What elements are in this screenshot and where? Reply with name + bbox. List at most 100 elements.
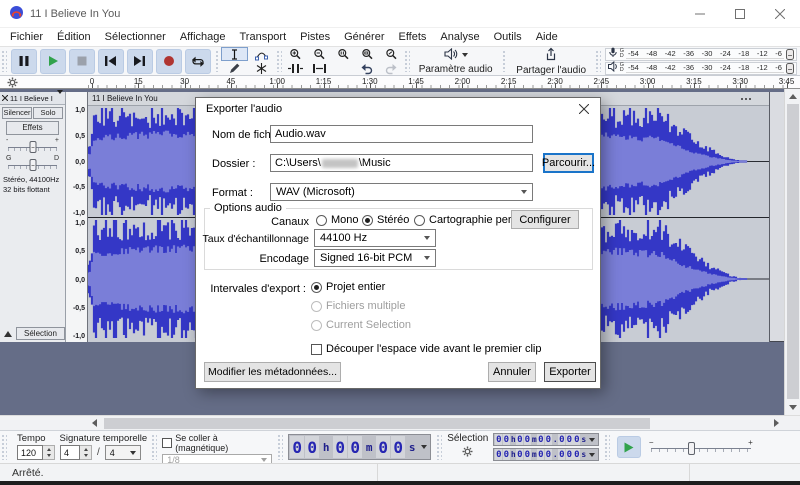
gain-slider-thumb[interactable] [29,141,36,153]
solo-button[interactable]: Solo [33,107,63,119]
skip-to-start-button[interactable] [97,48,124,74]
minimize-icon[interactable] [680,0,720,28]
playback-volume-slider[interactable] [785,62,794,74]
menu-item-fichier[interactable]: Fichier [3,30,50,44]
menu-item-aide[interactable]: Aide [529,30,565,44]
edit-metadata-button[interactable]: Modifier les métadonnées... [204,362,341,382]
selection-start-display[interactable]: 00h00m00.000s [493,433,599,446]
track-close-icon[interactable] [1,94,9,103]
pan-slider[interactable]: G D [6,155,59,171]
play-button[interactable] [39,48,66,74]
toolbar-grip[interactable] [404,50,410,72]
skip-to-end-button[interactable] [126,48,153,74]
zoom-to-selection-icon[interactable] [331,47,355,61]
configure-button[interactable]: Configurer [511,210,579,229]
trim-blank-checkbox-row[interactable]: Découper l'espace vide avant le premier … [311,343,542,355]
horizontal-scrollbar[interactable] [0,415,800,430]
radio-checked-icon[interactable] [311,281,322,293]
vertical-scrollbar-thumb[interactable] [787,104,799,399]
menu-item-édition[interactable]: Édition [50,30,98,44]
track-header[interactable]: 11 I Believe I [0,89,65,105]
time-signature-spin-arrows[interactable] [80,445,92,460]
menu-item-analyse[interactable]: Analyse [433,30,486,44]
pause-button[interactable] [10,48,37,74]
time-signature-lower-select[interactable]: 4 [104,445,141,460]
maximize-icon[interactable] [720,0,760,28]
toolbar-grip[interactable] [1,50,7,72]
menu-item-pistes[interactable]: Pistes [293,30,337,44]
close-icon[interactable] [760,0,800,28]
vertical-scrollbar[interactable] [784,89,800,415]
menu-item-effets[interactable]: Effets [391,30,433,44]
radio-icon[interactable] [414,214,425,226]
redo-icon[interactable] [379,61,403,75]
time-signature-upper-value[interactable]: 4 [60,445,80,460]
tempo-value[interactable]: 120 [17,445,43,460]
browse-button[interactable]: Parcourir... [542,153,595,173]
silence-audio-icon[interactable] [307,61,331,75]
menu-item-sélectionner[interactable]: Sélectionner [98,30,173,44]
effects-button[interactable]: Effets [6,121,59,135]
amplitude-ruler[interactable]: 1,0 0,5 0,0 -0,5 -1,0 1,0 0,5 0,0 -0,5 -1,0 [66,92,88,342]
trim-audio-icon[interactable] [283,61,307,75]
audio-position-display[interactable]: 00h00m00s [288,434,432,460]
toolbar-grip[interactable] [436,434,443,460]
toolbar-grip[interactable] [151,434,158,460]
scroll-left-icon[interactable] [92,419,97,427]
snap-checkbox[interactable] [162,438,173,448]
track-menu-chevron-icon[interactable] [57,89,63,103]
radio-checked-icon[interactable] [362,214,373,226]
toolbar-grip[interactable] [277,434,284,460]
recording-volume-slider[interactable] [785,48,794,60]
undo-icon[interactable] [355,61,379,75]
dialog-close-icon[interactable] [568,98,600,120]
selection-end-display[interactable]: 00h00m00.000s [493,448,599,461]
timeline-ruler[interactable]: 0 15 30 45 1:00 1:15 1:30 1:45 2:00 2:15 2:30 2:45 3… [0,76,800,89]
fit-project-icon[interactable] [355,47,379,61]
clip-overflow-menu-icon[interactable] [741,97,765,100]
format-select[interactable]: WAV (Microsoft) [270,183,533,201]
zoom-in-icon[interactable] [283,47,307,61]
channel-stereo-radio[interactable]: Stéréo [362,214,409,226]
toolbar-grip[interactable] [1,434,7,460]
export-button[interactable]: Exporter [544,362,596,382]
track-select-button[interactable]: Sélection [16,327,65,340]
envelope-tool-icon[interactable] [248,47,275,61]
stop-button[interactable] [68,48,95,74]
tempo-spin-arrows[interactable] [43,445,55,460]
folder-input[interactable]: C:\Users\ \Music [270,154,533,172]
menu-item-outils[interactable]: Outils [487,30,529,44]
multi-tool-icon[interactable] [248,61,275,75]
selection-options-gear-icon[interactable] [462,446,473,460]
recording-meter[interactable]: GD -54 -48 -42 -36 -30 -24 -18 -12 -6 [604,47,797,61]
gain-slider[interactable]: - + [6,137,59,153]
draw-tool-icon[interactable] [221,61,248,75]
speed-slider-thumb[interactable] [688,442,696,455]
track-name[interactable]: 11 I Believe I [10,94,53,103]
play-at-speed-button[interactable] [616,436,641,458]
scroll-down-icon[interactable] [789,405,797,410]
encoding-select[interactable]: Signed 16-bit PCM [314,249,436,267]
range-multiple-files-radio[interactable]: Fichiers multiple [311,300,405,312]
loop-button[interactable] [184,48,211,74]
collapse-track-icon[interactable] [2,327,13,340]
range-entire-project-radio[interactable]: Projet entier [311,281,385,293]
toolbar-grip[interactable] [595,50,601,72]
toolbar-grip[interactable] [276,50,283,72]
radio-icon[interactable] [316,214,327,226]
menu-item-transport[interactable]: Transport [232,30,293,44]
mute-button[interactable]: Silencer [2,107,32,119]
scroll-right-icon[interactable] [774,419,779,427]
playback-speed-slider[interactable]: − + [649,438,753,456]
record-button[interactable] [155,48,182,74]
playback-meter[interactable]: GD -54 -48 -42 -36 -30 -24 -18 -12 -6 [604,60,797,75]
tempo-stepper[interactable]: 120 [17,445,55,460]
toolbar-grip[interactable] [501,50,508,72]
channel-mono-radio[interactable]: Mono [316,214,359,226]
time-signature-upper-stepper[interactable]: 4 [60,445,92,460]
timeline-options-gear-icon[interactable] [7,77,18,88]
pan-slider-thumb[interactable] [29,159,36,171]
selection-tool-icon[interactable] [221,47,249,61]
horizontal-scrollbar-thumb[interactable] [104,418,650,429]
menu-item-affichage[interactable]: Affichage [173,30,233,44]
